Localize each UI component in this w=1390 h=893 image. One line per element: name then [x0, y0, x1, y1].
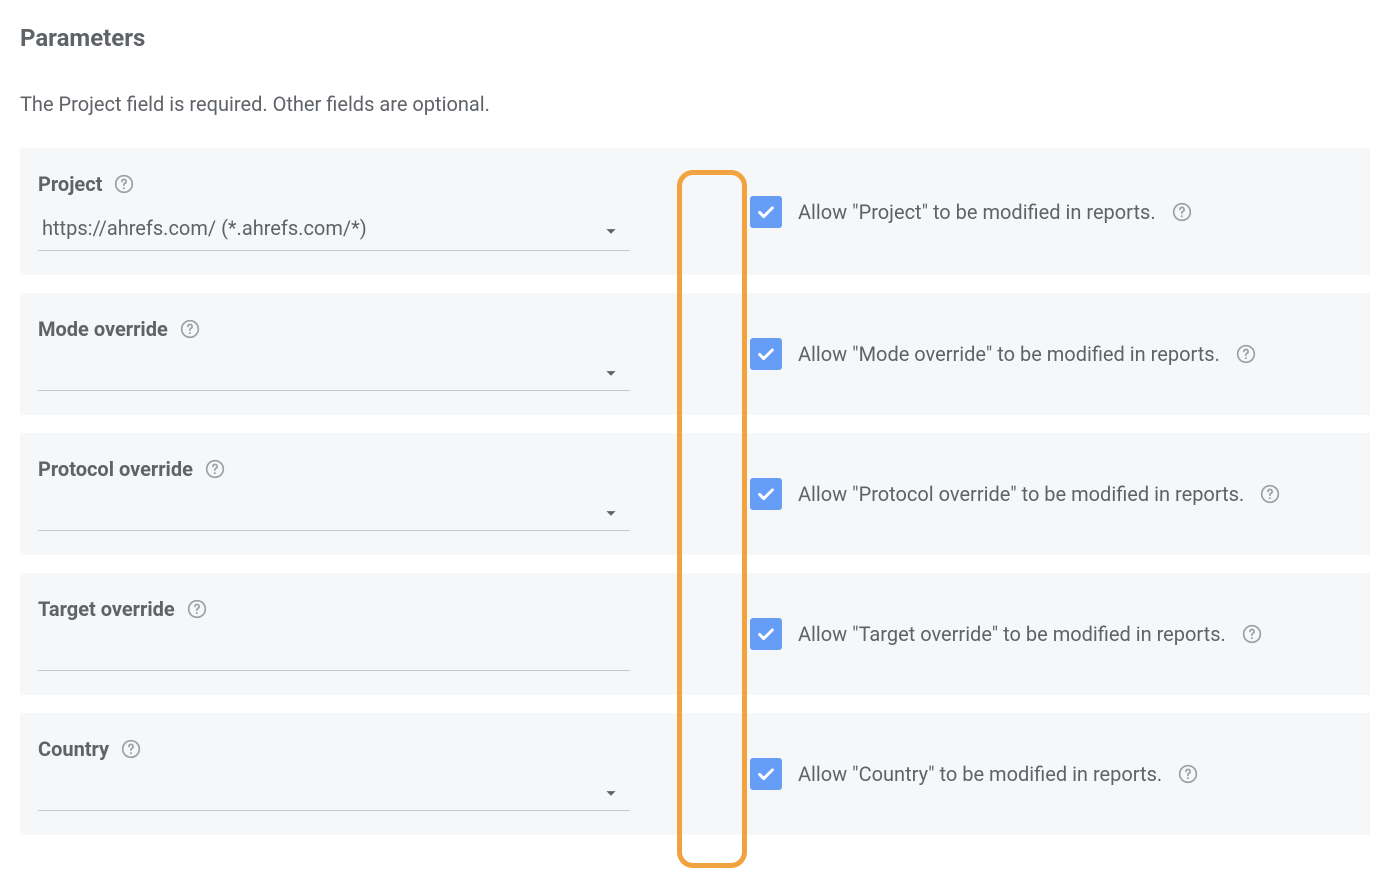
- param-row-target-override: Target override Allow "Target override" t…: [20, 573, 1370, 695]
- param-right: Allow "Target override" to be modified i…: [660, 573, 1370, 695]
- allow-modify-checkbox-project[interactable]: [750, 196, 782, 228]
- allow-modify-checkbox-mode-override[interactable]: [750, 338, 782, 370]
- country-input[interactable]: [38, 775, 630, 811]
- param-right: Allow "Country" to be modified in report…: [660, 713, 1370, 835]
- label-row: Target override: [38, 597, 660, 621]
- field-label-mode-override: Mode override: [38, 317, 168, 341]
- help-icon[interactable]: [180, 319, 200, 339]
- param-row-protocol-override: Protocol override Allow "Protocol overrid…: [20, 433, 1370, 555]
- chevron-down-icon[interactable]: [600, 220, 622, 242]
- param-row-country: Country Allow "Country" to be modified in…: [20, 713, 1370, 835]
- help-icon[interactable]: [1242, 624, 1262, 644]
- allow-modify-label: Allow "Target override" to be modified i…: [798, 622, 1226, 646]
- help-icon[interactable]: [114, 174, 134, 194]
- help-icon[interactable]: [1236, 344, 1256, 364]
- allow-modify-label: Allow "Protocol override" to be modified…: [798, 482, 1244, 506]
- allow-modify-label: Allow "Project" to be modified in report…: [798, 200, 1156, 224]
- help-icon[interactable]: [187, 599, 207, 619]
- field-label-project: Project: [38, 172, 102, 196]
- allow-modify-checkbox-protocol-override[interactable]: [750, 478, 782, 510]
- field-input-wrap: [38, 775, 630, 811]
- allow-modify-checkbox-country[interactable]: [750, 758, 782, 790]
- param-right: Allow "Mode override" to be modified in …: [660, 293, 1370, 415]
- help-icon[interactable]: [1172, 202, 1192, 222]
- allow-modify-label: Allow "Country" to be modified in report…: [798, 762, 1162, 786]
- field-label-country: Country: [38, 737, 109, 761]
- section-description: The Project field is required. Other fie…: [20, 92, 1370, 116]
- param-right: Allow "Project" to be modified in report…: [660, 148, 1370, 275]
- help-icon[interactable]: [1260, 484, 1280, 504]
- help-icon[interactable]: [121, 739, 141, 759]
- field-input-wrap: https://ahrefs.com/ (*.ahrefs.com/*): [38, 210, 630, 251]
- param-left: Project https://ahrefs.com/ (*.ahrefs.com…: [20, 148, 660, 275]
- help-icon[interactable]: [1178, 764, 1198, 784]
- parameter-rows: Project https://ahrefs.com/ (*.ahrefs.com…: [20, 148, 1370, 835]
- help-icon[interactable]: [205, 459, 225, 479]
- parameters-panel: Parameters The Project field is required…: [20, 24, 1370, 835]
- label-row: Mode override: [38, 317, 660, 341]
- label-row: Protocol override: [38, 457, 660, 481]
- target-override-input[interactable]: [38, 635, 630, 671]
- field-input-wrap: [38, 495, 630, 531]
- param-row-mode-override: Mode override Allow "Mode override" to be…: [20, 293, 1370, 415]
- param-left: Mode override: [20, 293, 660, 415]
- label-row: Project: [38, 172, 660, 196]
- protocol-override-input[interactable]: [38, 495, 630, 531]
- project-input[interactable]: https://ahrefs.com/ (*.ahrefs.com/*): [38, 210, 630, 251]
- param-left: Country: [20, 713, 660, 835]
- param-left: Protocol override: [20, 433, 660, 555]
- field-input-wrap: [38, 635, 630, 671]
- allow-modify-label: Allow "Mode override" to be modified in …: [798, 342, 1220, 366]
- chevron-down-icon[interactable]: [600, 782, 622, 804]
- param-row-project: Project https://ahrefs.com/ (*.ahrefs.com…: [20, 148, 1370, 275]
- field-label-target-override: Target override: [38, 597, 175, 621]
- chevron-down-icon[interactable]: [600, 502, 622, 524]
- allow-modify-checkbox-target-override[interactable]: [750, 618, 782, 650]
- field-label-protocol-override: Protocol override: [38, 457, 193, 481]
- label-row: Country: [38, 737, 660, 761]
- param-right: Allow "Protocol override" to be modified…: [660, 433, 1370, 555]
- chevron-down-icon[interactable]: [600, 362, 622, 384]
- field-input-wrap: [38, 355, 630, 391]
- mode-override-input[interactable]: [38, 355, 630, 391]
- section-title: Parameters: [20, 24, 1370, 52]
- param-left: Target override: [20, 573, 660, 695]
